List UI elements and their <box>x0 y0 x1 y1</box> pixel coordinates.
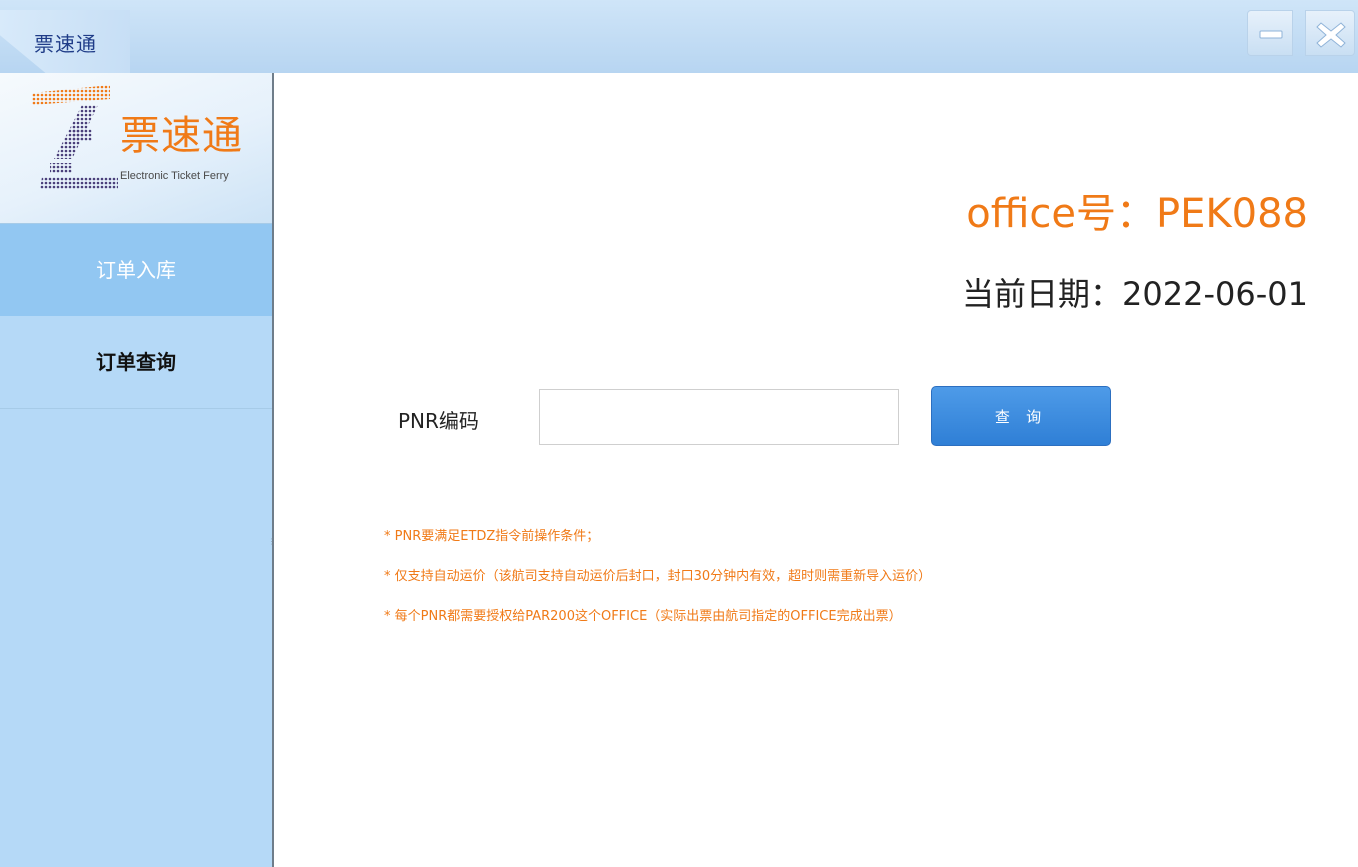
main-panel: office号：PEK088 当前日期：2022-06-01 PNR编码 查 询… <box>274 73 1358 867</box>
note-item: * PNR要满足ETDZ指令前操作条件； <box>384 529 600 544</box>
logo: 票速通 Electronic Ticket Ferry <box>0 73 272 223</box>
pnr-input[interactable] <box>539 389 899 445</box>
pnr-label: PNR编码 <box>398 409 479 433</box>
logo-z-icon <box>32 85 118 189</box>
title-bar[interactable]: 票速通 <box>0 0 1358 73</box>
logo-subtitle: Electronic Ticket Ferry <box>120 170 229 182</box>
notes-list: * PNR要满足ETDZ指令前操作条件； * 仅支持自动运价（该航司支持自动运价… <box>384 527 931 647</box>
close-button[interactable] <box>1305 10 1355 56</box>
note-item: * 每个PNR都需要授权给PAR200这个OFFICE（实际出票由航司指定的OF… <box>384 609 902 624</box>
close-icon <box>1316 22 1346 48</box>
note-item: * 仅支持自动运价（该航司支持自动运价后封口，封口30分钟内有效，超时则需重新导… <box>384 569 932 584</box>
minimize-button[interactable] <box>1247 10 1293 56</box>
query-button[interactable]: 查 询 <box>931 386 1111 446</box>
sidebar-item-order-query[interactable]: 订单查询 <box>0 316 272 409</box>
window-title: 票速通 <box>34 32 97 56</box>
current-date: 当前日期：2022-06-01 <box>962 275 1308 313</box>
splitter-handle[interactable]: ⋮ <box>268 538 276 552</box>
minimize-icon <box>1259 30 1283 39</box>
logo-name: 票速通 <box>120 113 243 159</box>
sidebar-item-order-import[interactable]: 订单入库 <box>0 223 272 317</box>
app-window: 票速通 票速通 Electronic Ticket Ferry 订单入库 订单查… <box>0 0 1358 867</box>
sidebar: 票速通 Electronic Ticket Ferry 订单入库 订单查询 ⋮ <box>0 73 276 867</box>
office-number: office号：PEK088 <box>966 191 1308 237</box>
